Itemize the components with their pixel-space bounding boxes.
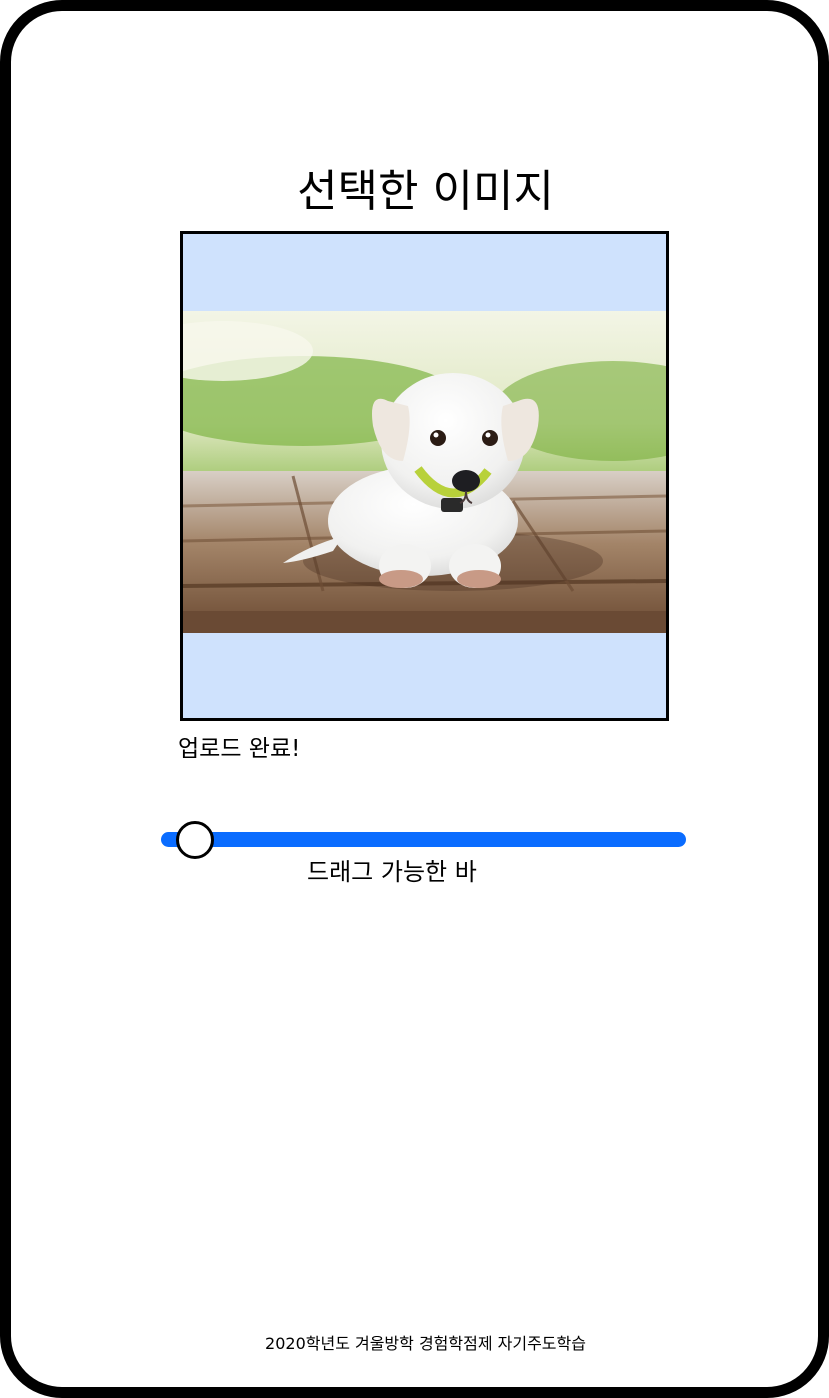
puppy-photo (183, 311, 666, 633)
device-frame: 선택한 이미지 업로드 완료! 드래그 가능한 바 2020학년도 겨울방학 경… (0, 0, 829, 1398)
slider-caption: 드래그 가능한 바 (307, 858, 477, 886)
drag-slider-thumb[interactable] (176, 821, 214, 859)
footer-note: 2020학년도 겨울방학 경험학점제 자기주도학습 (265, 1334, 586, 1353)
page-title: 선택한 이미지 (297, 166, 554, 217)
upload-status-text: 업로드 완료! (178, 736, 301, 762)
selected-image-preview[interactable] (180, 231, 669, 721)
drag-slider-track[interactable] (161, 832, 686, 847)
